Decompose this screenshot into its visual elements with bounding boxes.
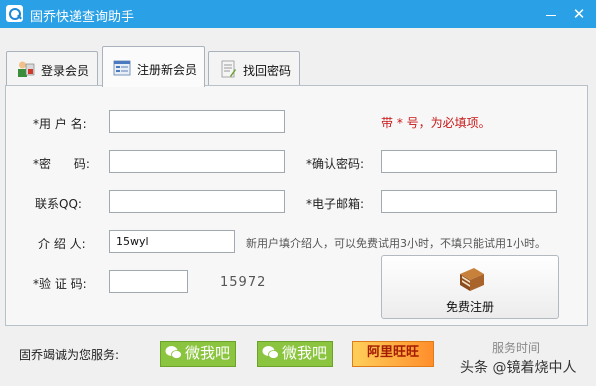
- wechat-icon: [165, 346, 182, 359]
- wechat-button-1-label: 微我吧: [185, 344, 231, 362]
- password-recovery-icon: [221, 60, 236, 78]
- service-label: 固乔竭诚为您服务:: [19, 348, 120, 362]
- tab-recover[interactable]: 找回密码: [208, 51, 300, 86]
- wechat-icon: [262, 346, 279, 359]
- aliwangwang-button[interactable]: 阿里旺旺: [352, 341, 434, 367]
- window-title: 固乔快递查询助手: [30, 10, 135, 25]
- username-input[interactable]: [109, 110, 285, 133]
- wechat-button-2[interactable]: 微我吧: [257, 341, 333, 367]
- user-login-icon: [18, 61, 35, 77]
- confirm-password-input[interactable]: [381, 150, 557, 173]
- required-hint: 带 * 号，为必填项。: [381, 116, 491, 130]
- tab-register[interactable]: 注册新会员: [102, 46, 205, 87]
- title-bar: 固乔快递查询助手 ✕: [0, 0, 596, 28]
- tab-register-label: 注册新会员: [137, 63, 198, 77]
- register-form-icon: [113, 60, 131, 76]
- register-button[interactable]: 免费注册: [381, 255, 559, 319]
- minimize-button[interactable]: [540, 3, 562, 25]
- wechat-button-2-label: 微我吧: [282, 344, 328, 362]
- email-input[interactable]: [381, 190, 557, 213]
- qq-label: 联系QQ:: [35, 197, 82, 211]
- wechat-button-1[interactable]: 微我吧: [160, 341, 236, 367]
- referrer-input[interactable]: 15wyl: [109, 230, 235, 253]
- register-button-label: 免费注册: [445, 300, 494, 314]
- tab-login[interactable]: 登录会员: [6, 51, 98, 86]
- app-search-icon: [6, 5, 23, 22]
- referrer-hint: 新用户填介绍人，可以免费试用3小时，不填只能试用1小时。: [246, 237, 546, 250]
- service-time-label: 服务时间: [492, 341, 541, 355]
- captcha-label: *验 证 码:: [33, 277, 87, 291]
- watermark-text: 头条 @镜着烧中人: [460, 360, 577, 376]
- minimize-icon: [546, 15, 556, 16]
- tab-recover-label: 找回密码: [243, 64, 292, 78]
- tab-login-label: 登录会员: [41, 64, 90, 78]
- qq-input[interactable]: [109, 190, 285, 213]
- confirm-password-label: *确认密码:: [306, 157, 365, 171]
- referrer-label: 介 绍 人:: [38, 237, 86, 251]
- captcha-input[interactable]: [109, 270, 188, 293]
- close-button[interactable]: ✕: [568, 3, 590, 25]
- books-icon: [460, 268, 484, 291]
- captcha-code: 15972: [220, 275, 267, 290]
- password-label: *密 码:: [33, 157, 90, 171]
- username-label: *用 户 名:: [33, 117, 87, 131]
- email-label: *电子邮箱:: [306, 197, 365, 211]
- password-input[interactable]: [109, 150, 285, 173]
